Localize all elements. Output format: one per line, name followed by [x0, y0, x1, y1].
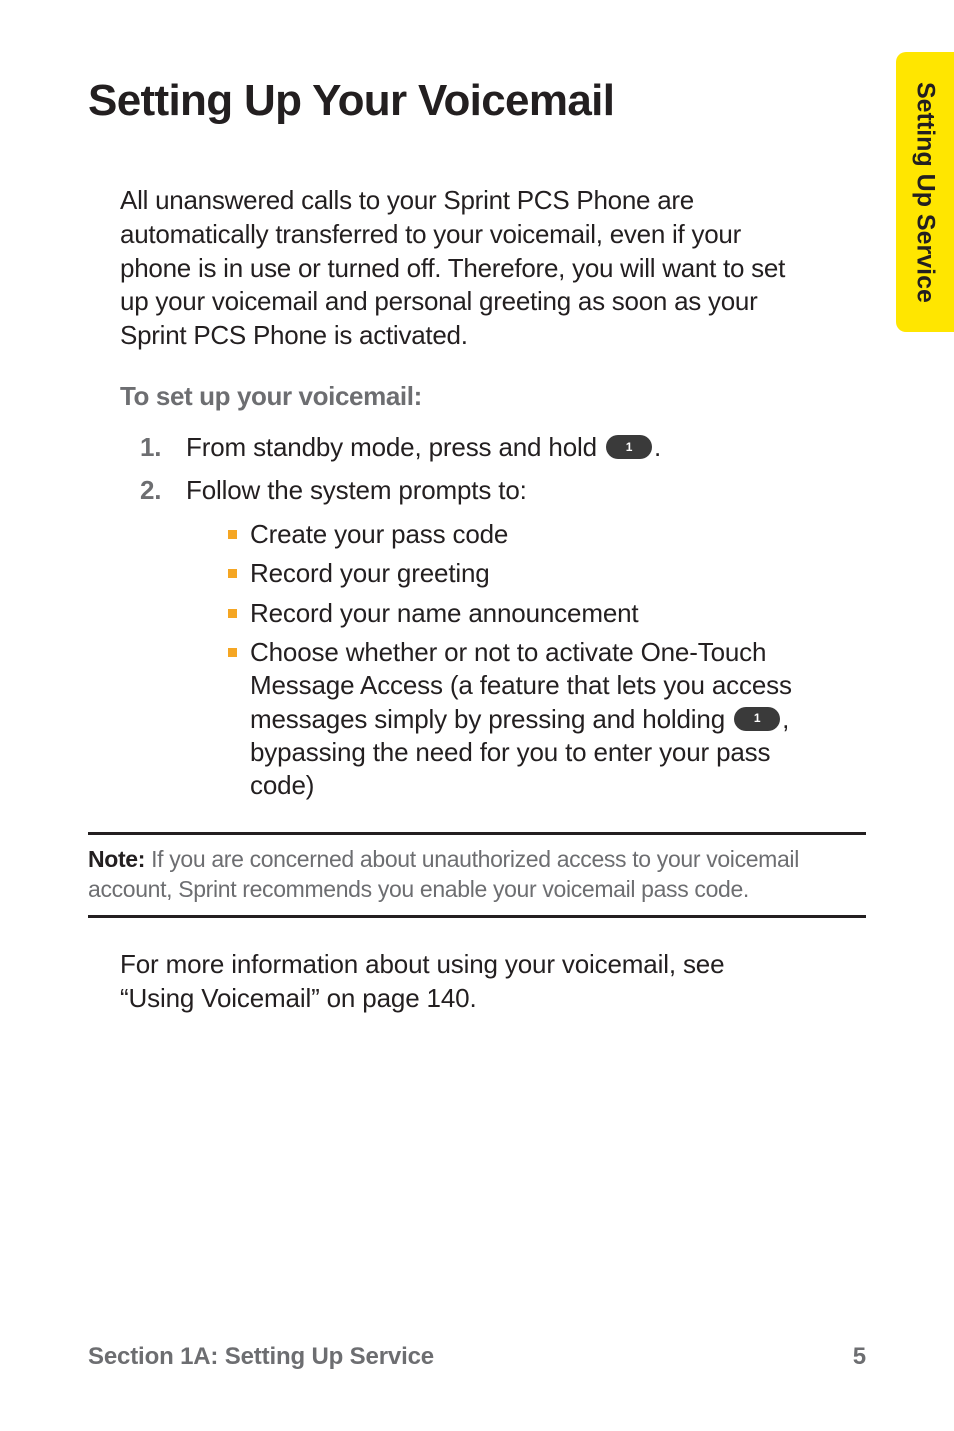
note-text: If you are concerned about unauthorized … — [88, 846, 799, 902]
bullet-item: Create your pass code — [228, 518, 796, 551]
key-1-icon: 1 — [734, 707, 780, 731]
footer-page-number: 5 — [853, 1343, 866, 1371]
section-tab-label: Setting Up Service — [911, 82, 940, 303]
bullet-list: Create your pass code Record your greeti… — [186, 518, 796, 802]
step-number: 1. — [140, 430, 186, 465]
note-block: Note: If you are concerned about unautho… — [88, 832, 866, 918]
step-2: 2. Follow the system prompts to: Create … — [140, 473, 796, 808]
step-1: 1. From standby mode, press and hold 1. — [140, 430, 796, 465]
step-text-pre: From standby mode, press and hold — [186, 432, 604, 462]
bullet-text-pre: Choose whether or not to activate One-To… — [250, 637, 792, 734]
step-text: Follow the system prompts to: — [186, 475, 527, 505]
bullet-item: Choose whether or not to activate One-To… — [228, 636, 796, 802]
section-tab: Setting Up Service — [896, 52, 954, 332]
key-1-icon: 1 — [606, 435, 652, 459]
bullet-item: Record your name announcement — [228, 597, 796, 630]
step-number: 2. — [140, 473, 186, 508]
page-title: Setting Up Your Voicemail — [88, 76, 866, 126]
step-body: Follow the system prompts to: Create you… — [186, 473, 796, 808]
note-label: Note: — [88, 846, 145, 872]
bullet-item: Record your greeting — [228, 557, 796, 590]
page-footer: Section 1A: Setting Up Service 5 — [88, 1343, 866, 1371]
step-body: From standby mode, press and hold 1. — [186, 430, 796, 465]
steps-list: 1. From standby mode, press and hold 1. … — [120, 430, 796, 808]
footer-section: Section 1A: Setting Up Service — [88, 1343, 434, 1371]
step-text-post: . — [654, 432, 661, 462]
closing-paragraph: For more information about using your vo… — [88, 948, 866, 1016]
intro-paragraph: All unanswered calls to your Sprint PCS … — [120, 184, 796, 353]
subheading: To set up your voicemail: — [120, 381, 796, 412]
